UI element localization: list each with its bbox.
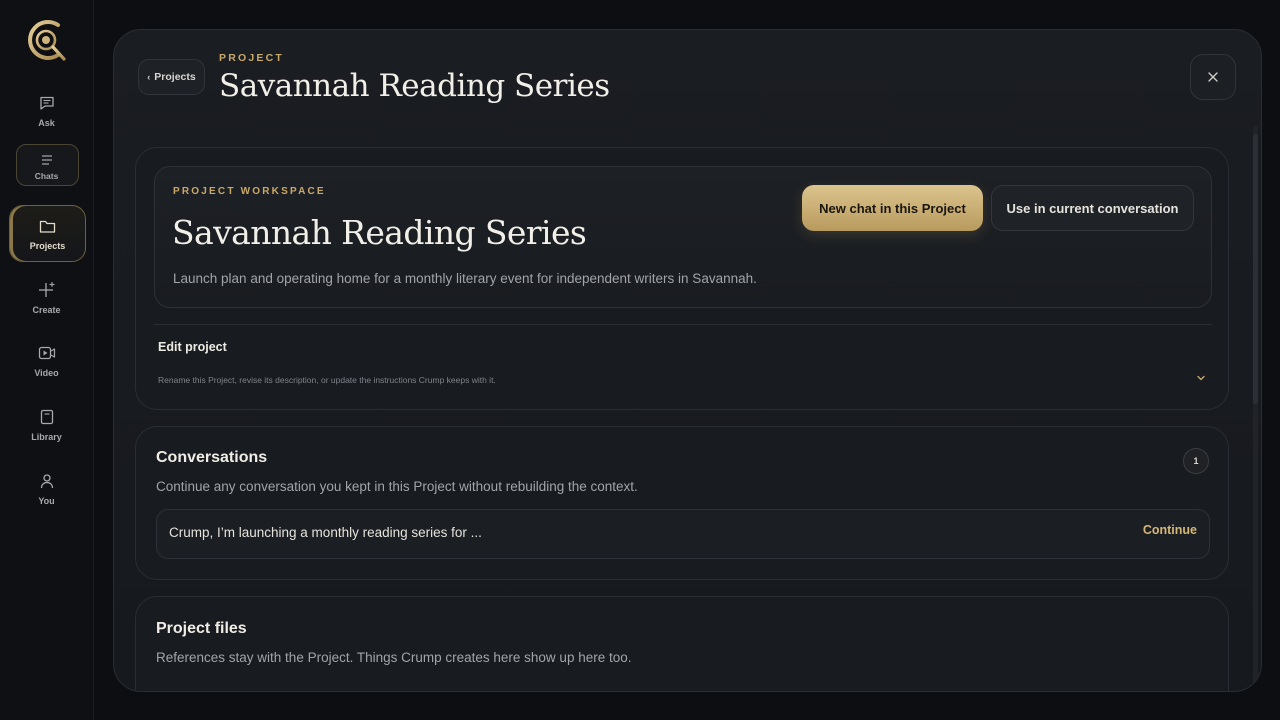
workspace-eyebrow: PROJECT WORKSPACE xyxy=(173,186,326,197)
chevron-left-icon: ‹ xyxy=(147,72,151,82)
sidebar-item-you[interactable]: You xyxy=(0,473,93,506)
sidebar-item-label: Ask xyxy=(38,118,55,128)
sidebar-item-ask[interactable]: Ask xyxy=(0,95,93,128)
use-in-current-conversation-button[interactable]: Use in current conversation xyxy=(991,185,1194,231)
project-files-card: Project files References stay with the P… xyxy=(135,596,1229,691)
workspace-card: PROJECT WORKSPACE Savannah Reading Serie… xyxy=(135,147,1229,410)
close-button[interactable] xyxy=(1190,54,1236,100)
sidebar-item-chats[interactable]: Chats xyxy=(16,144,79,186)
video-icon xyxy=(38,346,55,360)
sidebar-item-library[interactable]: Library xyxy=(0,409,93,442)
sidebar-item-label: Create xyxy=(32,305,61,315)
sidebar-item-chats-inner: Chats xyxy=(0,154,93,181)
workspace-hero: PROJECT WORKSPACE Savannah Reading Serie… xyxy=(154,166,1212,308)
sidebar-item-create[interactable]: Create xyxy=(0,281,93,315)
conversation-count-badge: 1 xyxy=(1183,448,1209,474)
back-to-projects-button[interactable]: ‹ Projects xyxy=(138,59,205,95)
project-files-subtitle: References stay with the Project. Things… xyxy=(156,650,632,665)
sidebar: Ask Chats Projects Create Video Library … xyxy=(0,0,94,720)
logo-icon xyxy=(28,20,66,61)
sidebar-item-label: Projects xyxy=(29,241,66,251)
conversations-subtitle: Continue any conversation you kept in th… xyxy=(156,479,638,494)
conversation-preview: Crump, I’m launching a monthly reading s… xyxy=(169,525,482,540)
project-files-title: Project files xyxy=(156,620,247,637)
conversations-title: Conversations xyxy=(156,449,268,466)
page-eyebrow: PROJECT xyxy=(219,52,284,64)
back-button-label: Projects xyxy=(154,71,196,83)
book-icon xyxy=(40,409,53,425)
chevron-down-icon[interactable] xyxy=(1194,371,1208,385)
sidebar-item-projects-inner: Projects xyxy=(1,219,94,251)
sidebar-item-label: You xyxy=(38,496,55,506)
close-icon xyxy=(1208,72,1218,82)
folder-icon xyxy=(39,220,56,233)
edit-project-description: Rename this Project, revise its descript… xyxy=(158,375,496,385)
edit-project-toggle[interactable]: Edit project xyxy=(158,340,227,354)
list-item[interactable]: Crump, I’m launching a monthly reading s… xyxy=(156,509,1210,559)
conversations-card: Conversations Continue any conversation … xyxy=(135,426,1229,580)
sidebar-item-label: Chats xyxy=(34,171,59,181)
page-title: Savannah Reading Series xyxy=(219,68,610,104)
lines-icon xyxy=(41,155,52,165)
sidebar-item-video[interactable]: Video xyxy=(0,345,93,378)
scrollbar[interactable] xyxy=(1253,126,1258,686)
sparkle-plus-icon xyxy=(38,282,54,297)
new-chat-in-project-button[interactable]: New chat in this Project xyxy=(802,185,983,231)
workspace-description: Launch plan and operating home for a mon… xyxy=(173,271,757,286)
user-icon xyxy=(40,474,53,489)
workspace-title: Savannah Reading Series xyxy=(172,213,587,252)
continue-button[interactable]: Continue xyxy=(1143,523,1197,537)
scrollbar-thumb[interactable] xyxy=(1253,134,1258,404)
sidebar-item-label: Library xyxy=(31,432,62,442)
sidebar-item-projects[interactable]: Projects xyxy=(9,205,86,262)
divider xyxy=(154,324,1212,325)
app-logo[interactable] xyxy=(24,17,70,65)
project-panel: ‹ Projects PROJECT Savannah Reading Seri… xyxy=(113,29,1262,692)
chat-bubble-icon xyxy=(39,96,54,110)
sidebar-item-label: Video xyxy=(34,368,59,378)
